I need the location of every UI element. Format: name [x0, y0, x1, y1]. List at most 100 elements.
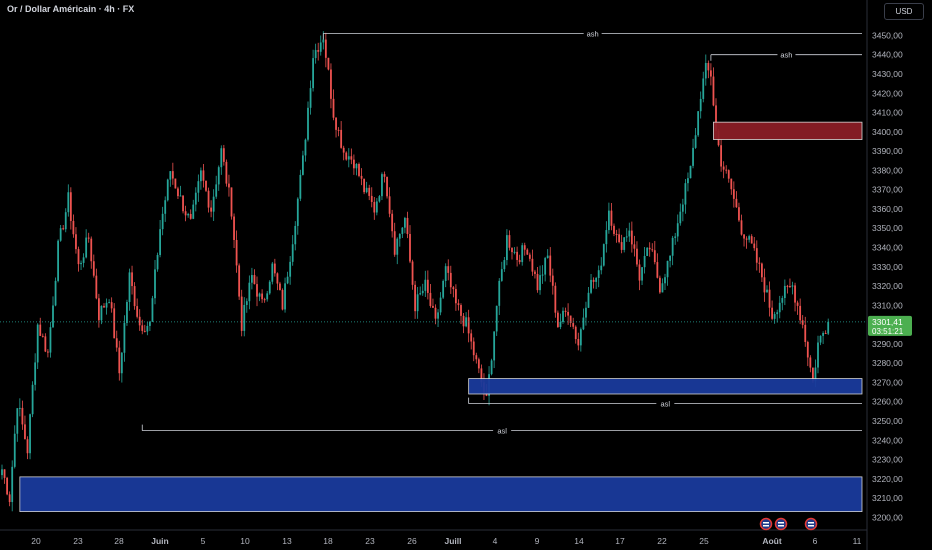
x-tick-label: 18 [323, 536, 333, 546]
candle-body [822, 332, 824, 336]
candle-body [648, 247, 651, 250]
candle-body [610, 210, 613, 226]
candle-body [54, 280, 57, 306]
candle-body [222, 148, 225, 162]
candle-body [312, 58, 314, 89]
candle-body [799, 305, 802, 321]
candle-body [439, 297, 442, 313]
candle-body [743, 234, 745, 239]
candle-body [21, 407, 24, 425]
candle-body [720, 145, 722, 167]
candle-body [508, 235, 511, 248]
candle-body [444, 266, 447, 281]
currency-button[interactable]: USD [884, 3, 924, 20]
candle-body [258, 293, 261, 297]
candle-body [345, 152, 348, 160]
price-chart[interactable]: 3200,00 3210,00 3220,00 3230,00 3240,00 3250,… [0, 0, 932, 550]
candle-body [763, 277, 766, 293]
candle-body [256, 284, 258, 297]
y-tick-label: 3270,00 [872, 377, 903, 387]
candle-body [761, 263, 763, 278]
x-tick-label: 11 [853, 536, 862, 546]
candle-body [623, 237, 626, 250]
candle-body [674, 236, 677, 238]
candle-body [317, 50, 320, 52]
candle-body [656, 262, 659, 278]
candle-body [187, 213, 190, 216]
candle-body [804, 324, 807, 342]
candle-body [330, 69, 332, 99]
x-tick-label: Juill [444, 536, 461, 546]
candle-body [641, 267, 643, 281]
candle-body [817, 342, 819, 368]
candle-body [750, 236, 753, 244]
candle-body [360, 175, 363, 179]
candle-body [398, 233, 401, 239]
candle-body [511, 247, 513, 253]
candle-body [608, 210, 610, 231]
candle-body [90, 238, 93, 262]
candle-body [748, 236, 751, 240]
candle-body [414, 284, 416, 312]
candle-body [381, 174, 383, 197]
candle-body [470, 333, 473, 342]
candle-body [57, 240, 59, 281]
candle-body [69, 192, 72, 221]
candle-body [722, 166, 725, 170]
candle-body [350, 156, 353, 160]
candle-body [335, 117, 337, 130]
candle-body [587, 292, 590, 308]
candle-body [419, 293, 422, 295]
candle-body [758, 262, 761, 264]
candle-body [421, 290, 424, 294]
candle-body [64, 212, 67, 230]
y-tick-label: 3350,00 [872, 223, 903, 233]
candle-body [39, 324, 42, 336]
economic-event-flag-icon[interactable] [804, 517, 818, 531]
candle-body [34, 362, 37, 385]
candle-body [273, 263, 276, 274]
candle-body [643, 255, 646, 268]
candle-body [388, 196, 391, 214]
candle-body [228, 183, 230, 188]
candle-body [516, 251, 518, 260]
flag-stripe [763, 525, 769, 527]
candle-body [467, 317, 470, 334]
candle-body [174, 178, 177, 189]
candle-body [590, 279, 592, 293]
candle-body [625, 236, 628, 238]
y-tick-label: 3440,00 [872, 50, 903, 60]
candle-body [210, 207, 212, 212]
candle-body [347, 156, 350, 160]
candle-body [294, 225, 297, 245]
economic-event-flag-icon[interactable] [774, 517, 788, 531]
candle-body [636, 248, 638, 265]
y-tick-label: 3220,00 [872, 474, 903, 484]
candle-body [753, 243, 756, 249]
y-tick-label: 3400,00 [872, 127, 903, 137]
candle-body [197, 181, 200, 193]
candle-body [554, 285, 557, 313]
candle-body [263, 299, 266, 301]
candle-body [620, 242, 623, 250]
candle-body [630, 230, 633, 245]
candle-body [159, 229, 161, 255]
x-tick-label: 23 [365, 536, 375, 546]
economic-event-flag-icon[interactable] [759, 517, 773, 531]
candle-body [730, 178, 733, 190]
candle-body [704, 63, 707, 79]
candle-body [291, 244, 294, 262]
candle-body [551, 275, 554, 286]
candle-body [534, 271, 536, 274]
candle-body [651, 249, 654, 251]
candle-body [194, 192, 197, 205]
candle-body [365, 187, 368, 193]
candle-body [755, 248, 758, 263]
x-tick-label: 6 [813, 536, 818, 546]
candle-body [120, 352, 123, 374]
candle-body [166, 179, 169, 201]
candle-body [827, 321, 830, 334]
candle-body [113, 308, 116, 339]
candle-body [169, 171, 172, 180]
candle-body [47, 351, 49, 353]
